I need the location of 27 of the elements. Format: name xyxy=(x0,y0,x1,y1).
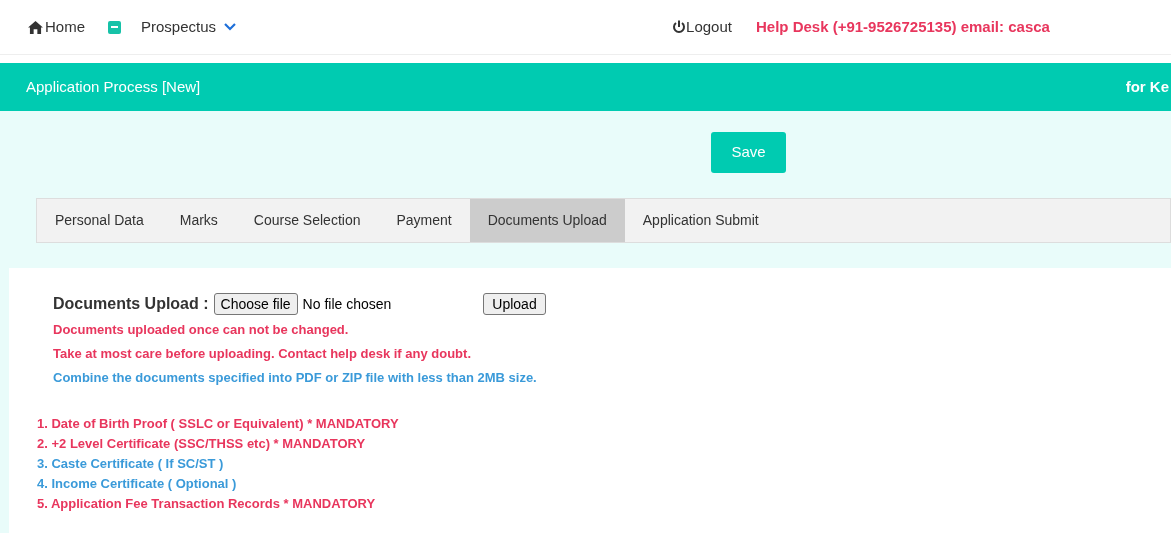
home-icon xyxy=(28,20,43,34)
header-text: for Ke xyxy=(1125,76,1170,97)
upload-button[interactable]: Upload xyxy=(483,293,546,315)
field-label: Documents Upload : xyxy=(53,294,209,314)
tab[interactable]: Payment xyxy=(378,199,470,242)
chevron-down-icon xyxy=(224,23,237,31)
power-icon xyxy=(672,20,687,34)
tab[interactable]: Course Selection xyxy=(235,199,379,242)
tab[interactable]: Application Submit xyxy=(624,199,777,242)
document-requirement: 4. Income Certificate ( Optional ) xyxy=(37,475,237,493)
notice-text: Take at most care before uploading. Contact help desk if any doubt. xyxy=(53,345,471,363)
page-title: Application Process [New] xyxy=(26,76,201,97)
tab[interactable]: Personal Data xyxy=(37,199,162,242)
logout-link[interactable]: Logout xyxy=(672,15,732,39)
help-desk-text: Help Desk (+91-9526725135) email: casca xyxy=(755,16,1050,37)
document-requirement: 5. Application Fee Transaction Records * MANDATORY xyxy=(37,495,376,513)
notice-text: Documents uploaded once can not be changed. xyxy=(53,321,349,339)
choose-file-button[interactable]: Choose file xyxy=(213,293,298,315)
tab[interactable]: Marks xyxy=(161,199,236,242)
document-requirement: 1. Date of Birth Proof ( SSLC or Equivalent) * MANDATORY xyxy=(37,415,399,433)
notice-text: Combine the documents specified into PDF or ZIP file with less than 2MB size. xyxy=(53,369,537,387)
file-status-text: No file chosen xyxy=(302,294,392,314)
document-requirement: 3. Caste Certificate ( If SC/ST ) xyxy=(37,455,224,473)
home-link[interactable]: Home xyxy=(28,15,85,39)
document-requirement: 2. +2 Level Certificate (SSC/THSS etc) * MANDATORY xyxy=(37,435,366,453)
prospectus-menu[interactable]: Prospectus xyxy=(141,15,237,39)
tab[interactable]: Documents Upload xyxy=(469,199,625,242)
